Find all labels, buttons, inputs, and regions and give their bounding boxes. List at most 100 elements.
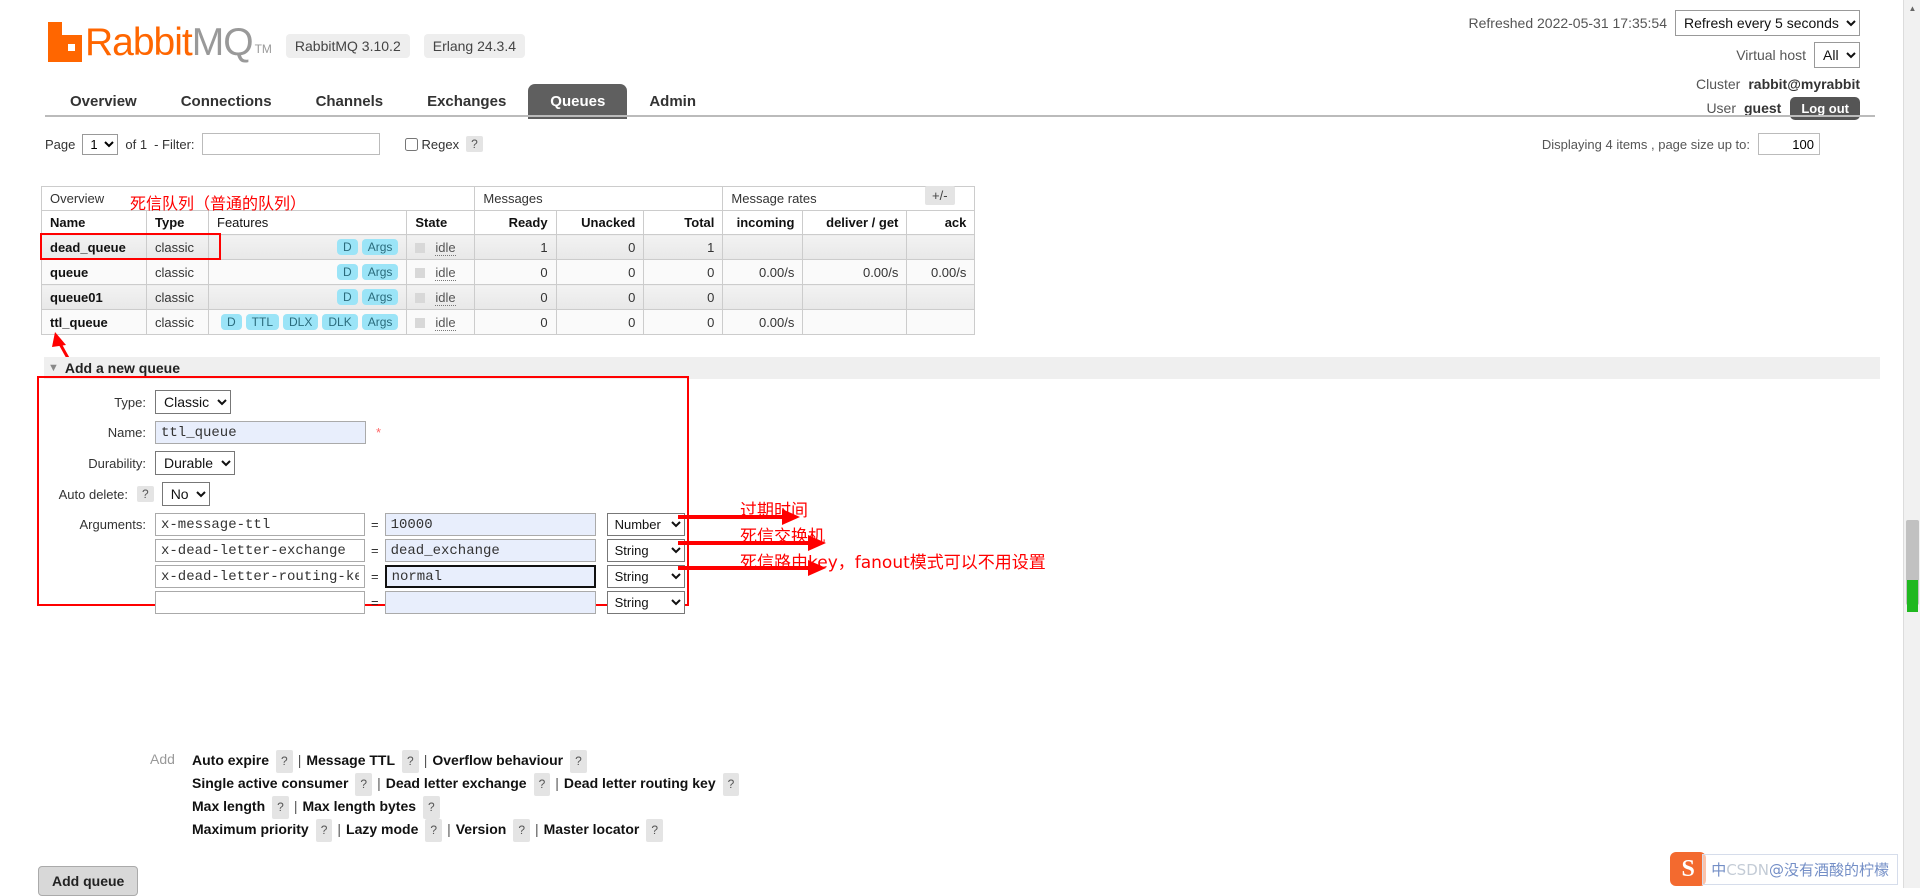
cluster-label: Cluster [1695,76,1741,92]
page-of-label: of 1 [125,136,148,152]
quick-add-link[interactable]: Overflow behaviour [432,752,563,768]
cell-deliver-get [802,309,908,335]
feature-tag: DLX [283,314,319,330]
col-features[interactable]: Features [207,210,408,235]
col-type[interactable]: Type [146,210,209,235]
page-size-input[interactable] [1758,133,1820,155]
quick-add-help-icon[interactable]: ? [722,773,740,796]
page-select[interactable]: 1 [82,133,119,155]
col-deliver-get[interactable]: deliver / get [802,210,908,235]
filter-input[interactable] [201,133,380,155]
cell-incoming: 0.00/s [722,259,804,285]
quick-add-link[interactable]: Dead letter routing key [564,775,716,791]
feature-tag: Args [361,314,399,330]
vertical-scrollbar[interactable]: ▲ [1903,0,1920,888]
col-incoming[interactable]: incoming [722,210,804,235]
column-toggle[interactable]: +/- [925,186,955,205]
argument-type-select[interactable]: Number [606,513,685,536]
queue-name-input[interactable] [155,421,366,444]
quick-add-link[interactable]: Version [456,821,507,837]
table-row[interactable]: queue classic D Args idle 0 0 0 0.00/s 0.00/s 0.00… [41,259,976,285]
quick-add-row: Single active consumer? | Dead letter exch… [192,773,740,796]
cell-queue-features: D TTL DLX DLK Args [207,309,408,335]
tab-overview[interactable]: Overview [48,84,159,119]
argument-value-input[interactable] [384,539,596,562]
col-name[interactable]: Name [41,210,147,235]
cell-incoming [722,284,804,310]
quick-add-link[interactable]: Message TTL [306,752,395,768]
quick-add-link[interactable]: Auto expire [192,752,269,768]
quick-add-link[interactable]: Lazy mode [346,821,418,837]
auto-delete-select[interactable]: No [161,482,210,506]
argument-key-input[interactable] [155,565,365,588]
quick-add-help-icon[interactable]: ? [513,819,530,842]
quick-add-help-icon[interactable]: ? [355,773,373,796]
cell-queue-name: ttl_queue [41,309,147,335]
durability-select[interactable]: Durable [155,451,235,475]
argument-type-select[interactable]: String [606,539,685,562]
tab-exchanges[interactable]: Exchanges [405,84,528,119]
quick-add-link[interactable]: Max length [192,798,265,814]
watermark-prefix: 中 [1711,860,1727,879]
quick-add-help-icon[interactable]: ? [646,819,664,842]
queue-type-select[interactable]: Classic [155,390,231,414]
tab-channels[interactable]: Channels [294,84,406,119]
argument-value-input[interactable] [384,513,596,536]
cell-unacked: 0 [555,309,645,335]
argument-value-input[interactable] [384,565,596,588]
col-state[interactable]: State [406,210,476,235]
col-unacked[interactable]: Unacked [555,210,645,235]
regex-label: Regex [421,136,460,152]
argument-key-input[interactable] [155,591,365,614]
table-row[interactable]: dead_queue classic D Args idle 1 0 1 [41,234,976,260]
chevron-down-icon[interactable]: ▼ [48,362,59,374]
quick-add-help-icon[interactable]: ? [276,750,293,773]
auto-delete-help-icon[interactable]: ? [137,486,154,502]
argument-value-input[interactable] [384,591,596,614]
vhost-label: Virtual host [1736,47,1806,63]
quick-add-help-icon[interactable]: ? [570,750,587,773]
tab-queues[interactable]: Queues [528,84,628,119]
rabbitmq-logo[interactable]: RabbitMQ TM RabbitMQ 3.10.2 Erlang 24.3.… [48,22,526,62]
argument-type-select[interactable]: String [606,591,685,614]
quick-add-link[interactable]: Max length bytes [302,798,416,814]
quick-add-link[interactable]: Dead letter exchange [386,775,527,791]
tab-connections[interactable]: Connections [159,84,294,119]
argument-key-input[interactable] [155,513,365,536]
quick-add-link[interactable]: Maximum priority [192,821,309,837]
cell-queue-features: D Args [207,234,408,260]
regex-checkbox[interactable] [404,137,418,151]
plus-minus-icon[interactable]: +/- [925,186,955,205]
logo-wordmark: RabbitMQ [85,23,254,62]
tab-admin[interactable]: Admin [627,84,718,119]
refresh-interval-select[interactable]: Refresh every 5 seconds [1675,10,1860,36]
quick-add-link[interactable]: Master locator [544,821,640,837]
col-ack[interactable]: ack [906,210,976,235]
feature-tag: D [337,264,358,280]
vhost-select[interactable]: All [1814,42,1860,68]
state-text: idle [435,264,456,281]
argument-equals-label: = [371,595,379,610]
feature-tag: DLK [322,314,358,330]
table-row[interactable]: ttl_queue classic D TTL DLX DLK Args idle 0 0 0 0.0… [41,309,976,335]
argument-key-input[interactable] [155,539,365,562]
add-queue-button[interactable]: Add queue [38,866,139,896]
filter-bar: Page 1 of 1 - Filter: Regex ? Displaying… [45,128,1880,160]
quick-add-help-icon[interactable]: ? [315,819,333,842]
regex-help-icon[interactable]: ? [466,136,483,152]
argument-type-select[interactable]: String [606,565,685,588]
scroll-up-icon[interactable]: ▲ [1904,0,1920,17]
col-total[interactable]: Total [643,210,724,235]
quick-add-help-icon[interactable]: ? [425,819,443,842]
quick-add-help-icon[interactable]: ? [533,773,551,796]
quick-add-help-icon[interactable]: ? [402,750,419,773]
quick-add-help-icon[interactable]: ? [423,796,440,819]
cell-queue-state: idle [406,309,476,335]
separator: | [555,775,559,791]
durability-label: Durability: [88,455,146,471]
cell-incoming [722,234,804,260]
quick-add-help-icon[interactable]: ? [272,796,289,819]
col-ready[interactable]: Ready [474,210,557,235]
quick-add-link[interactable]: Single active consumer [192,775,348,791]
table-row[interactable]: queue01 classic D Args idle 0 0 0 [41,284,976,310]
